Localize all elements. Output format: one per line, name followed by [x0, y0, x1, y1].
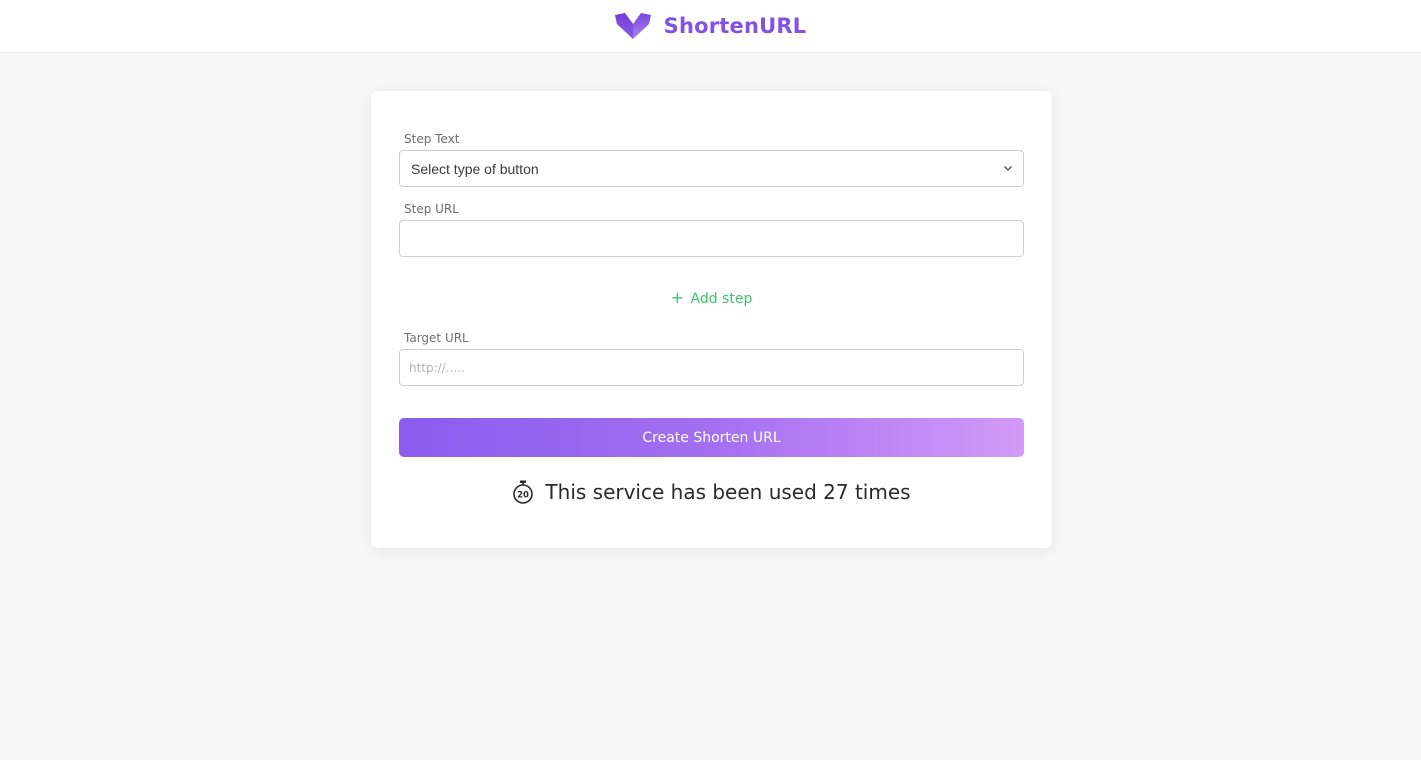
top-header: ShortenURL — [0, 0, 1421, 53]
svg-text:20: 20 — [518, 491, 530, 501]
step-text-select[interactable]: Select type of button — [399, 150, 1024, 187]
usage-text: This service has been used 27 times — [545, 480, 911, 504]
brand[interactable]: ShortenURL — [614, 13, 807, 39]
stopwatch-icon: 20 — [513, 480, 534, 504]
step-text-label: Step Text — [404, 132, 460, 146]
usage-counter: 20 This service has been used 27 times — [371, 480, 1052, 504]
step-url-input[interactable] — [399, 220, 1024, 257]
step-text-select-value: Select type of button — [411, 160, 539, 177]
target-url-label: Target URL — [404, 331, 469, 345]
step-url-label: Step URL — [404, 202, 459, 216]
shorten-form-card: Step Text Select type of button Step URL… — [371, 91, 1052, 548]
target-url-input[interactable] — [399, 349, 1024, 386]
add-step-button[interactable]: + Add step — [371, 288, 1052, 307]
create-shorten-url-button[interactable]: Create Shorten URL — [399, 418, 1024, 457]
plus-icon: + — [670, 288, 685, 307]
add-step-label: Add step — [690, 291, 753, 307]
logo-icon — [614, 13, 651, 39]
brand-name: ShortenURL — [663, 14, 807, 38]
chevron-down-icon — [1004, 166, 1012, 171]
